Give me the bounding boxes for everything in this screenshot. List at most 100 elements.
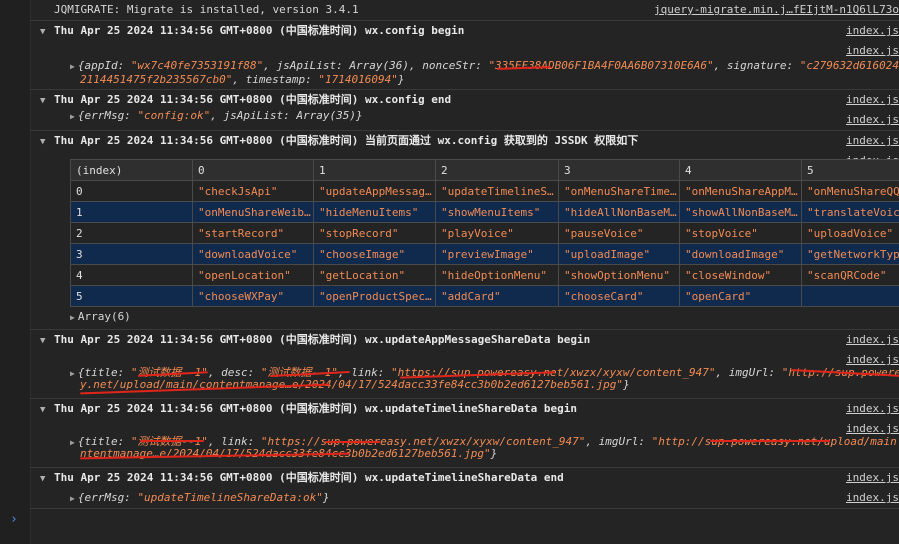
source-link[interactable]: index.js [842, 110, 899, 130]
redaction-mark [325, 441, 380, 443]
column-header[interactable]: 2 [435, 159, 559, 181]
console-table: (index) 0 1 2 3 4 5 0 "checkJsApi" "upda… [70, 159, 899, 307]
table-cell: "closeWindow" [679, 264, 802, 286]
column-header[interactable]: (index) [70, 159, 193, 181]
group-header[interactable]: ▼ Thu Apr 25 2024 11:34:56 GMT+0800 (中国标准… [30, 330, 899, 350]
group-title: Thu Apr 25 2024 11:34:56 GMT+0800 (中国标准时… [54, 93, 452, 106]
table-cell: "downloadImage" [679, 243, 802, 265]
collapse-triangle-icon[interactable]: ▶ [70, 438, 75, 447]
expand-triangle-icon[interactable]: ▼ [40, 22, 54, 42]
console-group[interactable]: ▼ Thu Apr 25 2024 11:34:56 GMT+0800 (中国标准… [30, 330, 899, 399]
redaction-mark [710, 440, 830, 442]
collapse-triangle-icon[interactable]: ▶ [70, 494, 75, 503]
table-cell: "hideOptionMenu" [435, 264, 559, 286]
redaction-mark [140, 440, 204, 442]
table-cell: 3 [70, 243, 193, 265]
group-title: Thu Apr 25 2024 11:34:56 GMT+0800 (中国标准时… [54, 134, 639, 147]
noncestr-value: "335EF38ADB06F1BA4F0AA6B07310E6A6" [488, 59, 714, 72]
console-group[interactable]: ▼ Thu Apr 25 2024 11:34:56 GMT+0800 (中国标准… [30, 131, 899, 330]
column-header[interactable]: 4 [679, 159, 802, 181]
console-group[interactable]: ▼ Thu Apr 25 2024 11:34:56 GMT+0800 (中国标准… [30, 399, 899, 468]
source-link[interactable]: jquery-migrate.min.j…fEIjtM-n1Q6lL73o [649, 0, 899, 20]
expand-triangle-icon[interactable]: ▼ [40, 132, 54, 152]
console-group[interactable]: ▼ Thu Apr 25 2024 11:34:56 GMT+0800 (中国标准… [30, 468, 899, 509]
table-cell: "stopRecord" [313, 222, 436, 244]
table-cell: "scanQRCode" [801, 264, 899, 286]
table-cell: 4 [70, 264, 193, 286]
group-header[interactable]: ▼ Thu Apr 25 2024 11:34:56 GMT+0800 (中国标准… [30, 468, 899, 488]
column-header[interactable]: 5 [801, 159, 899, 181]
table-cell: "downloadVoice" [192, 243, 314, 265]
table-cell: "onMenuShareQQ" [801, 180, 899, 202]
column-header[interactable]: 1 [313, 159, 436, 181]
source-link[interactable]: index.js [842, 488, 899, 508]
group-title: Thu Apr 25 2024 11:34:56 GMT+0800 (中国标准时… [54, 471, 564, 484]
table-cell: "updateAppMessageShareData" [313, 180, 436, 202]
source-link[interactable]: index.js [842, 90, 899, 110]
errmsg-value: "updateTimelineShareData:ok" [137, 491, 323, 504]
table-cell: "openProductSpecificView" [313, 285, 436, 307]
table-cell: "stopVoice" [679, 222, 802, 244]
table-row[interactable]: 3 "downloadVoice" "chooseImage" "preview… [70, 243, 899, 265]
table-cell: "uploadImage" [558, 243, 680, 265]
column-header[interactable]: 3 [558, 159, 680, 181]
table-cell: "updateTimelineShareData" [435, 180, 559, 202]
console-group[interactable]: ▼ Thu Apr 25 2024 11:34:56 GMT+0800 (中国标准… [30, 90, 899, 131]
collapse-triangle-icon[interactable]: ▶ [70, 112, 75, 121]
group-header[interactable]: ▼ Thu Apr 25 2024 11:34:56 GMT+0800 (中国标准… [30, 21, 899, 41]
table-header-row: (index) 0 1 2 3 4 5 [70, 159, 899, 181]
source-link[interactable]: index.js [842, 468, 899, 488]
console-panel: JQMIGRATE: Migrate is installed, version… [30, 0, 899, 509]
table-row[interactable]: 5 "chooseWXPay" "openProductSpecificView… [70, 285, 899, 307]
collapse-triangle-icon[interactable]: ▶ [70, 369, 75, 378]
table-cell: "previewImage" [435, 243, 559, 265]
source-link[interactable]: index.js [842, 21, 899, 41]
table-row[interactable]: 1 "onMenuShareWeibo" "hideMenuItems" "sh… [70, 201, 899, 223]
timestamp-value: "1714016094" [318, 73, 398, 86]
source-link[interactable]: index.js [842, 41, 899, 61]
group-header[interactable]: ▼ Thu Apr 25 2024 11:34:56 GMT+0800 (中国标准… [30, 131, 899, 151]
table-cell: 5 [70, 285, 193, 307]
console-prompt-icon[interactable]: › [10, 512, 18, 527]
collapse-triangle-icon[interactable]: ▶ [70, 62, 75, 71]
table-cell: 1 [70, 201, 193, 223]
expand-triangle-icon[interactable]: ▼ [40, 400, 54, 420]
table-cell: "startRecord" [192, 222, 314, 244]
object-preview[interactable]: ▶ {errMsg: "config:ok", jsApiList: Array(… [70, 109, 363, 122]
table-cell: "showAllNonBaseMenuItem" [679, 201, 802, 223]
array-toggle[interactable]: ▶ Array(6) [70, 310, 131, 323]
group-header[interactable]: ▼ Thu Apr 25 2024 11:34:56 GMT+0800 (中国标准… [30, 399, 899, 419]
table-row[interactable]: 0 "checkJsApi" "updateAppMessageShareDat… [70, 180, 899, 202]
object-preview[interactable]: ▶ {errMsg: "updateTimelineShareData:ok"} [70, 488, 330, 509]
table-cell: "onMenuShareWeibo" [192, 201, 314, 223]
source-link[interactable]: index.js [842, 399, 899, 419]
table-cell: "showOptionMenu" [558, 264, 680, 286]
object-preview[interactable]: ▶ {appId: "wx7c40fe7353191f88", jsApiList… [70, 59, 899, 72]
group-title: Thu Apr 25 2024 11:34:56 GMT+0800 (中国标准时… [54, 24, 465, 37]
table-cell: "onMenuShareTimeline" [558, 180, 680, 202]
expand-triangle-icon[interactable]: ▼ [40, 469, 54, 489]
table-cell: "chooseImage" [313, 243, 436, 265]
group-title: Thu Apr 25 2024 11:34:56 GMT+0800 (中国标准时… [54, 333, 591, 346]
table-cell: "openCard" [679, 285, 802, 307]
table-cell: "getLocation" [313, 264, 436, 286]
group-header[interactable]: ▼ Thu Apr 25 2024 11:34:56 GMT+0800 (中国标准… [30, 90, 899, 110]
errmsg-value: "config:ok" [137, 109, 211, 122]
table-cell: "addCard" [435, 285, 559, 307]
table-cell: 2 [70, 222, 193, 244]
source-link[interactable]: index.js [842, 131, 899, 151]
source-link[interactable]: index.js [842, 330, 899, 350]
table-cell: "showMenuItems" [435, 201, 559, 223]
expand-triangle-icon[interactable]: ▼ [40, 331, 54, 351]
table-row[interactable]: 4 "openLocation" "getLocation" "hideOpti… [70, 264, 899, 286]
table-cell: "chooseCard" [558, 285, 680, 307]
table-row[interactable]: 2 "startRecord" "stopRecord" "playVoice"… [70, 222, 899, 244]
console-group[interactable]: ▼ Thu Apr 25 2024 11:34:56 GMT+0800 (中国标准… [30, 21, 899, 90]
collapse-triangle-icon[interactable]: ▶ [70, 313, 75, 322]
table-cell [801, 285, 899, 307]
column-header[interactable]: 0 [192, 159, 314, 181]
table-cell: "translateVoice" [801, 201, 899, 223]
table-cell: "hideMenuItems" [313, 201, 436, 223]
expand-triangle-icon[interactable]: ▼ [40, 91, 54, 111]
table-cell: "hideAllNonBaseMenuItem" [558, 201, 680, 223]
